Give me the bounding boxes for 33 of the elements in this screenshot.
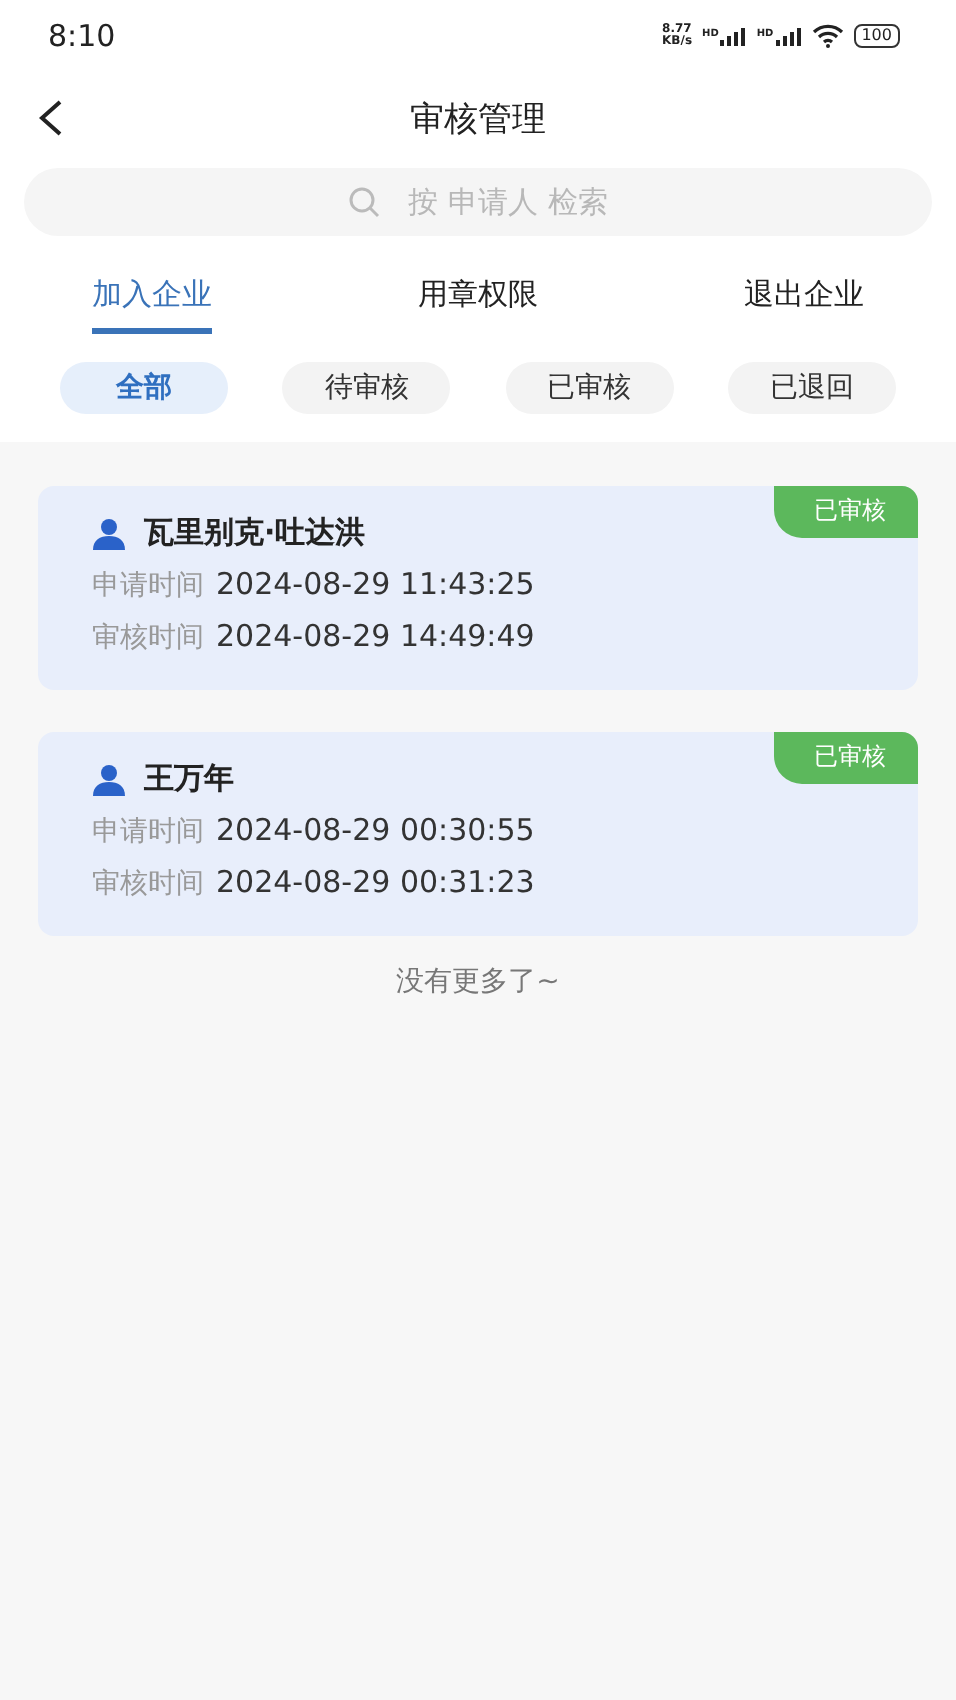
record-card[interactable]: 已审核 瓦里别克·吐达洪 申请时间 2024-08-29 11:43:25 审核时间 2024-08-29 14:49:49	[38, 486, 918, 690]
field-label: 审核时间	[92, 620, 204, 656]
filter-chip[interactable]: 全部	[60, 362, 228, 414]
status-badge: 已审核	[774, 486, 918, 538]
apply-time: 2024-08-29 11:43:25	[216, 566, 535, 602]
review-time: 2024-08-29 00:31:23	[216, 864, 535, 900]
applicant-name: 王万年	[144, 760, 234, 798]
status-time: 8:10	[48, 18, 116, 54]
field-label: 审核时间	[92, 866, 204, 902]
end-of-list-note: 没有更多了~	[396, 966, 560, 998]
apply-time: 2024-08-29 00:30:55	[216, 812, 535, 848]
signal-icon	[775, 27, 802, 45]
tab[interactable]: 退出企业	[744, 268, 864, 334]
field-label: 申请时间	[92, 568, 204, 604]
filter-chip[interactable]: 待审核	[282, 362, 451, 414]
tab[interactable]: 加入企业	[92, 268, 212, 334]
tab[interactable]: 用章权限	[418, 268, 538, 334]
person-icon	[92, 517, 126, 549]
battery-level: 100	[853, 24, 900, 48]
applicant-name: 瓦里别克·吐达洪	[144, 514, 366, 552]
search-placeholder: 按 申请人 检索	[408, 183, 608, 221]
filter-chip[interactable]: 已审核	[505, 362, 674, 414]
filter-chip[interactable]: 已退回	[727, 362, 896, 414]
signal-icon	[720, 27, 747, 45]
back-icon[interactable]	[36, 98, 64, 138]
page-title: 审核管理	[410, 97, 546, 141]
record-card[interactable]: 已审核 王万年 申请时间 2024-08-29 00:30:55 审核时间 2024-08-29 00:31:23	[38, 732, 918, 936]
wifi-icon	[811, 24, 844, 48]
status-badge: 已审核	[774, 732, 918, 784]
person-icon	[92, 763, 126, 795]
field-label: 申请时间	[92, 814, 204, 850]
review-time: 2024-08-29 14:49:49	[216, 618, 535, 654]
search-icon	[348, 186, 381, 218]
